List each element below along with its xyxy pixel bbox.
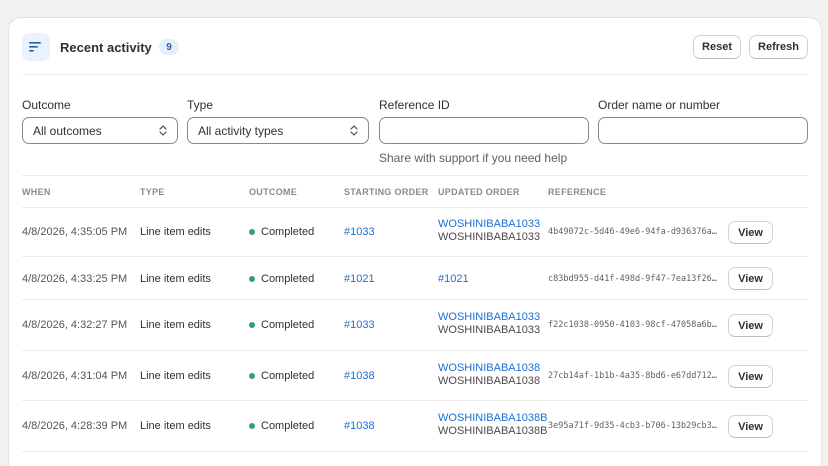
- header-divider: [22, 74, 808, 75]
- updated-order-name: WOSHINIBABA1038B: [438, 425, 548, 437]
- table-row: 4/8/2026, 4:33:25 PM Line item edits Com…: [9, 257, 821, 299]
- row-when: 4/8/2026, 4:32:27 PM: [22, 319, 128, 331]
- row-type: Line item edits: [140, 370, 211, 382]
- updated-order-name: WOSHINIBABA1033: [438, 324, 541, 336]
- row-when: 4/8/2026, 4:28:39 PM: [22, 420, 128, 432]
- updated-order-link[interactable]: WOSHINIBABA1038B: [438, 412, 547, 424]
- status-dot-icon: [249, 423, 255, 429]
- status-badge: Completed: [249, 226, 314, 238]
- order-input[interactable]: [598, 117, 808, 144]
- view-button[interactable]: View: [728, 365, 773, 388]
- outcome-select[interactable]: All outcomes: [22, 117, 178, 144]
- starting-order-link[interactable]: #1033: [344, 226, 375, 238]
- status-dot-icon: [249, 322, 255, 328]
- reset-button[interactable]: Reset: [693, 35, 741, 59]
- recent-activity-card: Recent activity 9 Reset Refresh Outcome …: [9, 18, 821, 466]
- page-title: Recent activity: [60, 40, 152, 55]
- filters-divider: [22, 175, 808, 176]
- select-chevron-icon: [350, 124, 358, 140]
- starting-order-link[interactable]: #1021: [344, 273, 375, 285]
- updated-order-cell: WOSHINIBABA1033 WOSHINIBABA1033: [438, 218, 540, 243]
- updated-order-name: WOSHINIBABA1038: [438, 375, 541, 387]
- row-reference: c83bd955-d41f-498d-9f47-7ea13f26…: [548, 274, 717, 284]
- refresh-button[interactable]: Refresh: [749, 35, 808, 59]
- row-outcome: Completed: [261, 226, 315, 238]
- updated-order-cell: WOSHINIBABA1033 WOSHINIBABA1033: [438, 311, 540, 336]
- filter-lines-icon: [22, 33, 50, 61]
- table-row: 4/8/2026, 4:32:27 PM Line item edits Com…: [9, 300, 821, 350]
- updated-order-link[interactable]: WOSHINIBABA1033: [438, 311, 540, 323]
- column-header-reference: REFERENCE: [548, 187, 607, 197]
- updated-order-cell: WOSHINIBABA1038B WOSHINIBABA1038B: [438, 412, 547, 437]
- updated-order-link[interactable]: #1021: [438, 273, 469, 285]
- updated-order-link[interactable]: WOSHINIBABA1033: [438, 218, 540, 230]
- column-header-updated-order: UPDATED ORDER: [438, 187, 520, 197]
- order-label: Order name or number: [598, 98, 721, 112]
- outcome-select-value: All outcomes: [33, 123, 102, 138]
- status-badge: Completed: [249, 319, 314, 331]
- activity-count-badge: 9: [159, 39, 179, 55]
- updated-order-link[interactable]: WOSHINIBABA1038: [438, 362, 540, 374]
- status-dot-icon: [249, 276, 255, 282]
- table-row: 4/8/2026, 4:31:04 PM Line item edits Com…: [9, 351, 821, 400]
- row-reference: 4b49072c-5d46-49e6-94fa-d936376a…: [548, 227, 717, 237]
- row-divider: [22, 451, 808, 452]
- status-badge: Completed: [249, 273, 314, 285]
- view-button[interactable]: View: [728, 314, 773, 337]
- column-header-outcome: OUTCOME: [249, 187, 298, 197]
- card-header: Recent activity 9 Reset Refresh: [9, 18, 821, 74]
- row-type: Line item edits: [140, 420, 211, 432]
- row-reference: 27cb14af-1b1b-4a35-8bd6-e67dd712…: [548, 371, 717, 381]
- row-type: Line item edits: [140, 273, 211, 285]
- updated-order-cell: WOSHINIBABA1038 WOSHINIBABA1038: [438, 362, 540, 387]
- type-select-value: All activity types: [198, 123, 284, 138]
- row-reference: f22c1038-0950-4103-98cf-47058a6b…: [548, 320, 717, 330]
- outcome-label: Outcome: [22, 98, 71, 112]
- type-label: Type: [187, 98, 214, 112]
- row-outcome: Completed: [261, 273, 315, 285]
- row-when: 4/8/2026, 4:33:25 PM: [22, 273, 128, 285]
- view-button[interactable]: View: [728, 415, 773, 438]
- reference-id-input[interactable]: [379, 117, 589, 144]
- status-badge: Completed: [249, 420, 314, 432]
- row-type: Line item edits: [140, 319, 211, 331]
- row-when: 4/8/2026, 4:35:05 PM: [22, 226, 128, 238]
- starting-order-link[interactable]: #1033: [344, 319, 375, 331]
- row-reference: 3e95a71f-9d35-4cb3-b706-13b29cb3…: [548, 421, 717, 431]
- table-row: 4/8/2026, 4:28:39 PM Line item edits Com…: [9, 401, 821, 451]
- status-badge: Completed: [249, 370, 314, 382]
- column-header-starting-order: STARTING ORDER: [344, 187, 429, 197]
- select-chevron-icon: [159, 124, 167, 140]
- type-select[interactable]: All activity types: [187, 117, 369, 144]
- row-type: Line item edits: [140, 226, 211, 238]
- view-button[interactable]: View: [728, 267, 773, 290]
- starting-order-link[interactable]: #1038: [344, 420, 375, 432]
- updated-order-name: WOSHINIBABA1033: [438, 231, 541, 243]
- column-header-type: TYPE: [140, 187, 165, 197]
- starting-order-link[interactable]: #1038: [344, 370, 375, 382]
- row-outcome: Completed: [261, 420, 315, 432]
- table-row: 4/8/2026, 4:35:05 PM Line item edits Com…: [9, 208, 821, 256]
- view-button[interactable]: View: [728, 221, 773, 244]
- row-outcome: Completed: [261, 319, 315, 331]
- status-dot-icon: [249, 229, 255, 235]
- reference-help-text: Share with support if you need help: [379, 151, 568, 165]
- status-dot-icon: [249, 373, 255, 379]
- column-header-when: WHEN: [22, 187, 51, 197]
- row-when: 4/8/2026, 4:31:04 PM: [22, 370, 128, 382]
- row-outcome: Completed: [261, 370, 315, 382]
- reference-id-label: Reference ID: [379, 98, 450, 112]
